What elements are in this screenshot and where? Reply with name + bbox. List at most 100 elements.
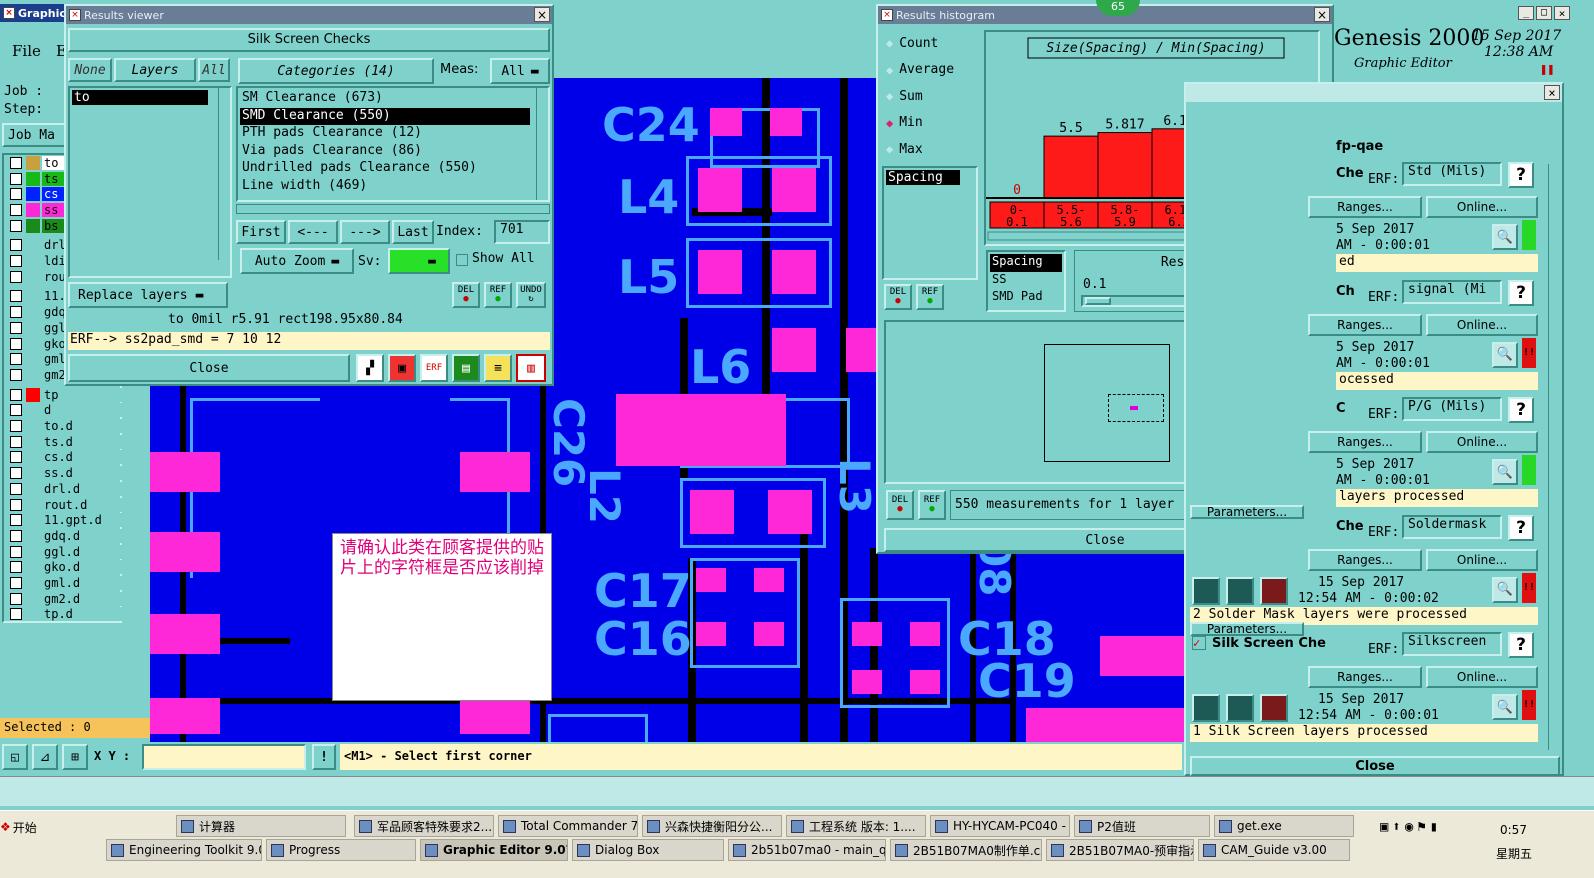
histogram-bar[interactable] (1097, 132, 1153, 199)
layer-checkbox[interactable] (10, 467, 22, 480)
taskbar-item[interactable]: 计算器 (176, 815, 346, 837)
taskbar-item[interactable]: 2B51B07MA0制作单.csv (890, 839, 1042, 861)
online-button[interactable]: Online... (1426, 196, 1538, 218)
resolution-item[interactable]: Spacing (990, 254, 1062, 272)
taskbar-item[interactable]: Progress (266, 839, 416, 861)
spacing-list[interactable]: Spacing (882, 166, 978, 280)
hist2-ref-button[interactable]: REF ● (918, 490, 946, 520)
histogram-option[interactable]: ◆ Max (882, 136, 982, 163)
taskbar-item[interactable]: Engineering Toolkit 9.07... (106, 839, 262, 861)
close-icon[interactable]: × (534, 7, 550, 22)
slider-thumb[interactable] (1085, 297, 1111, 305)
meas-dropdown[interactable]: All ▬ (490, 58, 550, 84)
erf-icon[interactable]: ERF (420, 354, 448, 382)
category-item[interactable]: SMD Clearance (550) (240, 107, 530, 126)
ref-button[interactable]: REF ● (484, 282, 512, 308)
layer-checkbox[interactable] (10, 498, 22, 511)
radio-icon[interactable]: ◆ (886, 116, 893, 130)
taskbar-item[interactable]: get.exe (1214, 815, 1354, 837)
histogram-option[interactable]: ◆ Min (882, 110, 982, 137)
category-item[interactable]: PTH pads Clearance (12) (240, 125, 530, 143)
run-icon[interactable] (1192, 694, 1220, 722)
spacing-item[interactable]: Spacing (886, 170, 960, 185)
layer-checkbox[interactable] (10, 529, 22, 542)
radio-icon[interactable]: ◆ (886, 89, 893, 103)
zoom-result-icon[interactable]: 🔍 (1492, 459, 1518, 485)
taskbar-item[interactable]: 工程系统 版本: 1.... (786, 815, 926, 837)
taskbar-item[interactable]: P2值班 (1074, 815, 1210, 837)
maximize-icon[interactable]: □ (1536, 6, 1552, 20)
layer-select-list[interactable]: to (68, 86, 232, 278)
ranges-button[interactable]: Ranges... (1308, 431, 1422, 453)
layer-row[interactable]: ts.d (4, 434, 122, 450)
layer-checkbox[interactable] (10, 219, 22, 232)
layer-row[interactable]: rout.d (4, 497, 122, 513)
layer-checkbox[interactable] (10, 172, 22, 185)
start-button[interactable]: ❖ 开始 (0, 815, 44, 839)
help-button[interactable]: ? (1508, 162, 1534, 188)
layer-row[interactable]: gml.d (4, 575, 122, 591)
close-icon[interactable]: × (1554, 6, 1570, 20)
zoom-result-icon[interactable]: 🔍 (1492, 576, 1518, 603)
taskbar-item[interactable]: HY-HYCAM-PC040 - T... (930, 815, 1070, 837)
erf-field[interactable]: signal (Mi (1402, 279, 1502, 304)
layer-checkbox[interactable] (10, 290, 22, 303)
layer-checkbox[interactable] (10, 388, 22, 401)
ranges-button[interactable]: Ranges... (1308, 548, 1422, 571)
alert-icon[interactable]: ! (312, 744, 336, 770)
layer-checkbox[interactable] (10, 420, 22, 433)
category-item[interactable]: Undrilled pads Clearance (550) (240, 160, 530, 178)
layer-row[interactable]: 11.gpt.d (4, 512, 122, 528)
file-menu[interactable]: File (12, 42, 41, 60)
erf-field[interactable]: Soldermask (1402, 514, 1502, 539)
help-button[interactable]: ? (1508, 397, 1534, 423)
taskbar-item[interactable]: Graphic Editor 9.07b2... (420, 839, 568, 861)
ranges-button[interactable]: Ranges... (1308, 196, 1422, 218)
radio-icon[interactable]: ◆ (886, 142, 893, 156)
erf-field[interactable]: Silkscreen (1402, 632, 1502, 656)
layer-checkbox[interactable] (10, 482, 22, 495)
resolution-item[interactable]: SMD Pad (990, 289, 1062, 307)
help-button[interactable]: ? (1508, 279, 1534, 306)
qa-scrollbar[interactable] (1548, 164, 1562, 750)
parameters-button[interactable]: Parameters... (1190, 504, 1304, 519)
next-button[interactable]: ---> (340, 220, 390, 244)
layer-checkbox[interactable] (10, 353, 22, 366)
auto-zoom-dropdown[interactable]: Auto Zoom ▬ (240, 248, 354, 274)
layer-checkbox[interactable] (10, 577, 22, 590)
radio-icon[interactable]: ◆ (886, 36, 893, 50)
zoom-result-icon[interactable]: 🔍 (1492, 694, 1518, 720)
layer-checkbox[interactable] (10, 239, 22, 252)
ranges-button[interactable]: Ranges... (1308, 666, 1422, 688)
step-icon[interactable]: ▤ (452, 354, 480, 382)
layer-checkbox[interactable] (10, 451, 22, 464)
del-button[interactable]: DEL ● (452, 282, 480, 308)
prev-button[interactable]: <--- (288, 220, 338, 244)
layer-row[interactable]: ss.d (4, 465, 122, 481)
category-item[interactable]: Via pads Clearance (86) (240, 143, 530, 161)
hist-ref-button[interactable]: REF ● (916, 284, 944, 310)
stop-icon[interactable] (1260, 576, 1288, 605)
layer-checkbox[interactable] (10, 514, 22, 527)
zoom-home-icon[interactable]: ◱ (2, 744, 28, 770)
layer-checkbox[interactable] (10, 545, 22, 558)
layer-row[interactable]: gdq.d (4, 528, 122, 544)
index-input[interactable]: 701 (494, 220, 550, 244)
histogram-option[interactable]: ◆ Sum (882, 83, 982, 110)
stop-icon[interactable] (1260, 694, 1288, 722)
report-icon[interactable]: ▣ (388, 354, 416, 382)
categories-hscroll[interactable] (236, 204, 550, 214)
taskbar-item[interactable]: 军品顾客特殊要求2... (354, 815, 494, 837)
job-matrix-button[interactable]: Job Ma (2, 123, 66, 147)
histogram-icon[interactable]: ▥ (516, 354, 546, 382)
layer-checkbox[interactable] (10, 337, 22, 350)
measure-icon[interactable]: ⊿ (32, 744, 58, 770)
notes-icon[interactable]: ≡ (484, 354, 512, 382)
histogram-bar[interactable] (1043, 135, 1099, 199)
zoom-result-icon[interactable]: 🔍 (1492, 224, 1518, 250)
layer-checkbox[interactable] (10, 306, 22, 319)
zoom-result-icon[interactable]: 🔍 (1492, 341, 1518, 368)
categories-scrollbar[interactable] (536, 88, 548, 200)
taskbar-item[interactable]: Total Commander 7.0... (498, 815, 638, 837)
resolution-item[interactable]: SS (990, 272, 1062, 290)
